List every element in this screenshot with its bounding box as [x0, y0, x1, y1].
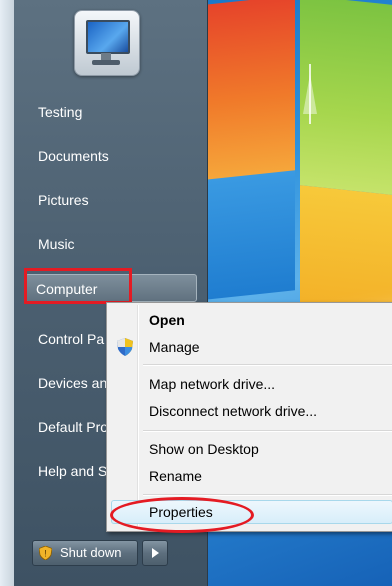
context-menu: Open Manage Map network drive... Disconn… — [106, 302, 392, 532]
menu-separator — [143, 364, 392, 366]
shutdown-label: Shut down — [60, 545, 122, 560]
start-item-documents[interactable]: Documents — [28, 142, 198, 170]
menu-item-open[interactable]: Open — [149, 309, 185, 331]
uac-shield-icon: ! — [39, 546, 52, 560]
start-item-testing[interactable]: Testing — [28, 98, 198, 126]
arrow-right-icon — [152, 548, 159, 558]
uac-shield-icon — [117, 338, 133, 356]
menu-item-rename[interactable]: Rename — [149, 465, 202, 487]
svg-text:!: ! — [44, 549, 47, 559]
start-menu-programs-edge — [0, 0, 14, 586]
start-item-music[interactable]: Music — [28, 230, 198, 258]
wallpaper-blue-pane — [205, 170, 295, 300]
menu-item-show-on-desktop[interactable]: Show on Desktop — [149, 438, 259, 460]
menu-item-manage[interactable]: Manage — [149, 336, 200, 358]
properties-red-highlight-oval — [110, 497, 254, 533]
wallpaper-yellow-pane — [300, 185, 392, 315]
user-picture-icon[interactable] — [74, 10, 140, 76]
shutdown-options-button[interactable] — [142, 540, 168, 566]
menu-separator — [143, 494, 392, 496]
menu-separator — [143, 430, 392, 432]
menu-item-map-network-drive[interactable]: Map network drive... — [149, 373, 275, 395]
context-menu-icon-gutter — [137, 305, 139, 529]
wallpaper-tree — [303, 64, 317, 124]
menu-item-disconnect-network-drive[interactable]: Disconnect network drive... — [149, 400, 317, 422]
wallpaper-red-pane — [205, 0, 295, 185]
computer-red-highlight-box — [24, 268, 132, 304]
start-item-pictures[interactable]: Pictures — [28, 186, 198, 214]
shutdown-button[interactable]: ! Shut down — [32, 540, 138, 566]
